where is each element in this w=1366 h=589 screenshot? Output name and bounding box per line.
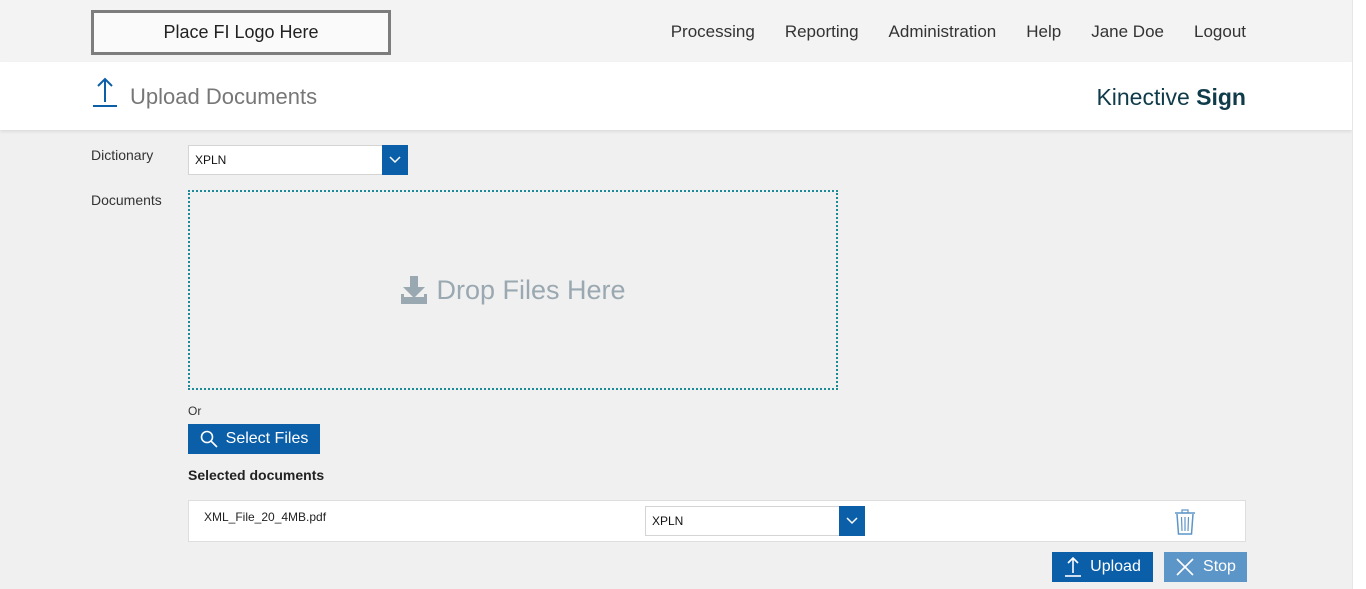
nav-processing[interactable]: Processing (671, 22, 755, 42)
dictionary-select[interactable]: XPLN (188, 145, 408, 175)
chevron-down-icon[interactable] (382, 145, 408, 175)
main-nav: Processing Reporting Administration Help… (0, 22, 1246, 42)
download-tray-icon (401, 276, 428, 304)
stop-label: Stop (1203, 558, 1236, 575)
page-scrollbar[interactable] (1352, 0, 1366, 589)
select-files-button[interactable]: Select Files (188, 424, 320, 454)
drop-files-text: Drop Files Here (436, 274, 626, 305)
search-icon (200, 430, 218, 448)
nav-help[interactable]: Help (1026, 22, 1061, 42)
upload-button[interactable]: Upload (1052, 552, 1153, 582)
page-header: Upload Documents Kinective Sign (0, 62, 1352, 130)
file-name: XML_File_20_4MB.pdf (204, 510, 327, 524)
nav-logout[interactable]: Logout (1194, 22, 1246, 42)
or-text: Or (188, 404, 202, 418)
dictionary-select-value: XPLN (195, 153, 227, 167)
select-files-label: Select Files (225, 430, 309, 447)
upload-label: Upload (1090, 558, 1141, 575)
dictionary-label: Dictionary (91, 147, 154, 163)
documents-label: Documents (91, 192, 162, 208)
file-dictionary-select-value: XPLN (652, 514, 684, 528)
nav-administration[interactable]: Administration (889, 22, 997, 42)
file-drop-zone[interactable]: Drop Files Here (188, 190, 838, 390)
table-row: XML_File_20_4MB.pdf XPLN (188, 500, 1246, 542)
trash-icon[interactable] (1173, 509, 1197, 535)
upload-arrow-icon (93, 77, 117, 107)
brand-logo: Kinective Sign (1040, 84, 1246, 111)
stop-button[interactable]: Stop (1164, 552, 1247, 582)
selected-documents-heading: Selected documents (188, 467, 325, 483)
close-icon (1176, 558, 1194, 576)
page-title: Upload Documents (130, 84, 318, 109)
brand-light: Kinective (1096, 84, 1190, 110)
file-dictionary-select[interactable]: XPLN (645, 506, 865, 536)
chevron-down-icon[interactable] (839, 506, 865, 536)
brand-bold: Sign (1196, 84, 1246, 110)
nav-user-name[interactable]: Jane Doe (1091, 22, 1164, 42)
upload-arrow-icon (1065, 556, 1082, 577)
top-bar: Place FI Logo Here Processing Reporting … (0, 0, 1352, 62)
nav-reporting[interactable]: Reporting (785, 22, 859, 42)
